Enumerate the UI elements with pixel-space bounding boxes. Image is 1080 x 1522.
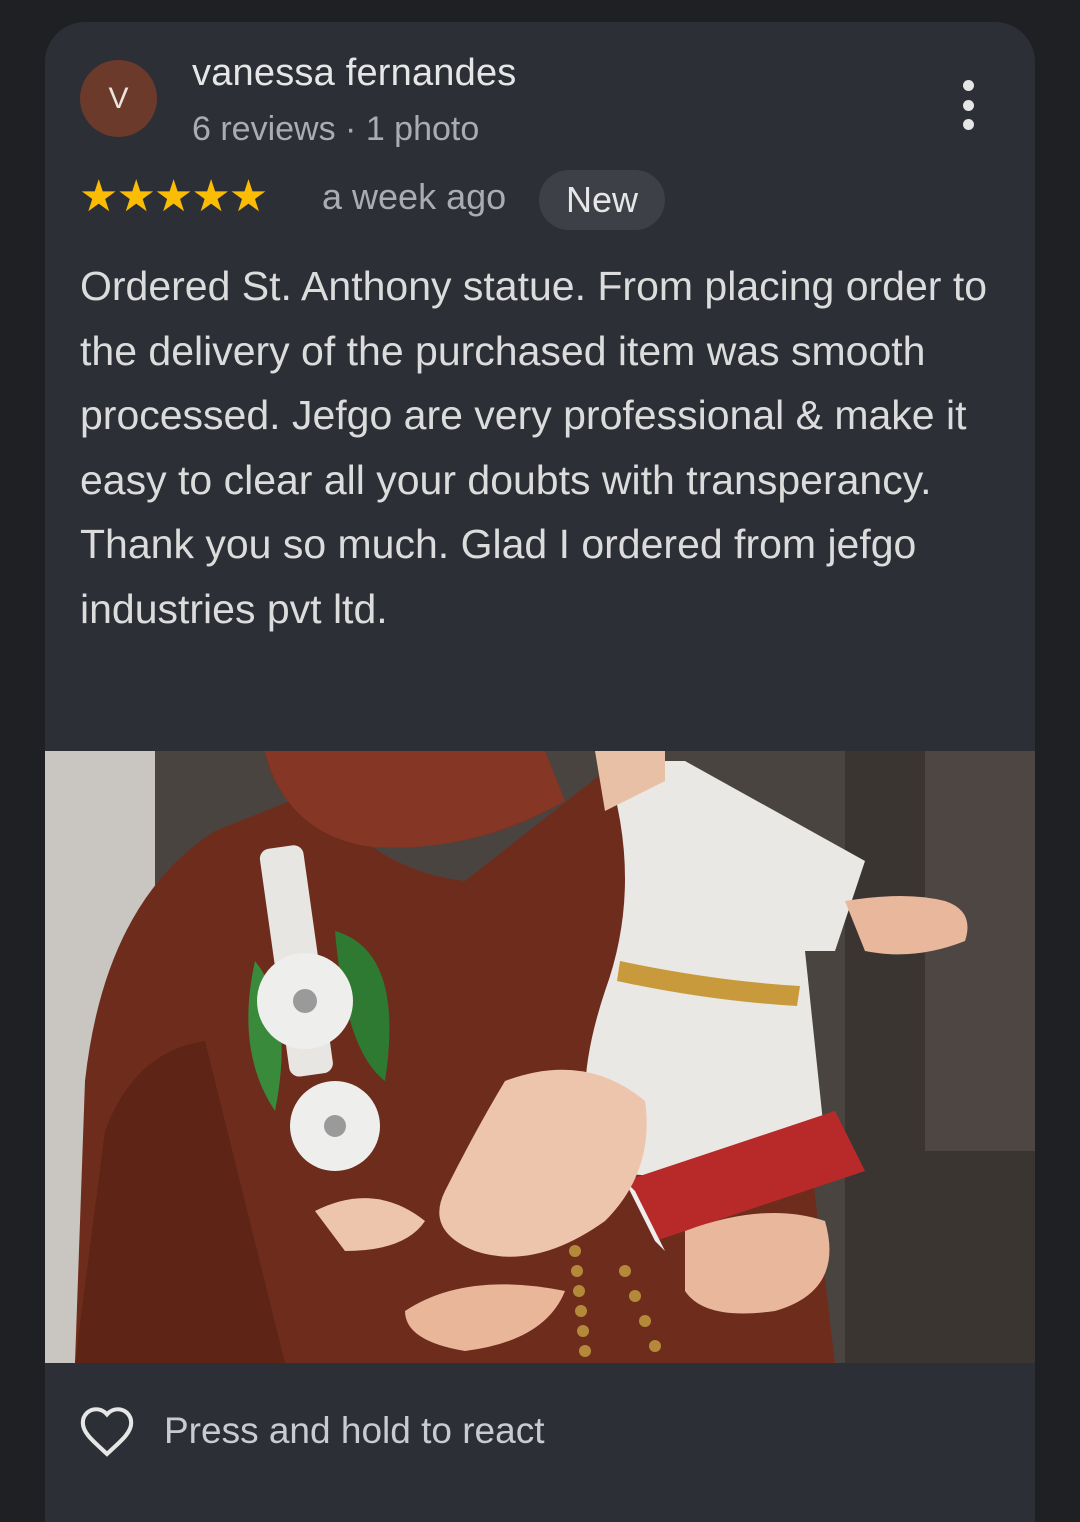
reviewer-meta: 6 reviews · 1 photo <box>192 110 480 148</box>
review-text[interactable]: Ordered St. Anthony statue. From placing… <box>80 254 1015 641</box>
heart-outline-icon <box>80 1407 134 1457</box>
more-vert-icon[interactable] <box>953 80 983 130</box>
review-photo[interactable] <box>45 751 1035 1363</box>
star-rating: ★★★★★ <box>79 172 268 221</box>
review-time: a week ago <box>322 176 507 217</box>
avatar-letter: V <box>108 81 129 115</box>
react-button[interactable]: Press and hold to react <box>78 1404 545 1458</box>
new-badge: New <box>539 170 665 230</box>
avatar[interactable]: V <box>80 60 157 137</box>
review-card: V vanessa fernandes 6 reviews · 1 photo … <box>45 22 1035 1522</box>
react-label: Press and hold to react <box>164 1410 545 1451</box>
reviewer-name[interactable]: vanessa fernandes <box>192 52 517 95</box>
